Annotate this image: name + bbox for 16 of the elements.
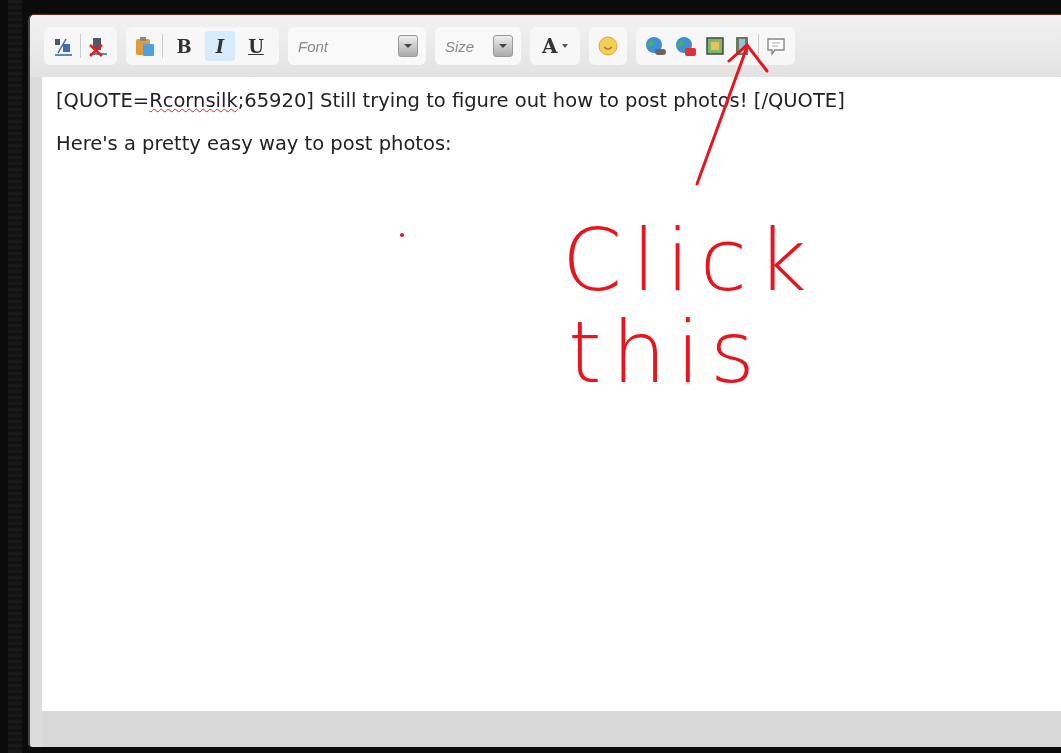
handwritten-note: this <box>568 309 766 395</box>
message-text: Here's a pretty easy way to post photos: <box>56 132 453 155</box>
picture-icon[interactable] <box>703 35 726 57</box>
format-button[interactable]: I <box>205 31 235 61</box>
ink-dot <box>400 233 404 237</box>
format-button[interactable]: B <box>169 31 199 61</box>
globe-link-icon[interactable] <box>643 35 668 57</box>
speech-bubble-icon[interactable] <box>764 35 787 57</box>
globe-unlink-icon[interactable] <box>673 35 698 57</box>
clipboard-icon[interactable] <box>134 35 156 57</box>
size-placeholder: Size <box>445 37 475 55</box>
format-button[interactable]: U <box>241 31 271 61</box>
font-placeholder: Font <box>298 37 328 55</box>
remove-format-icon[interactable] <box>87 35 109 57</box>
handwritten-note: Click <box>562 217 817 303</box>
text-color-button[interactable]: A <box>530 27 580 65</box>
